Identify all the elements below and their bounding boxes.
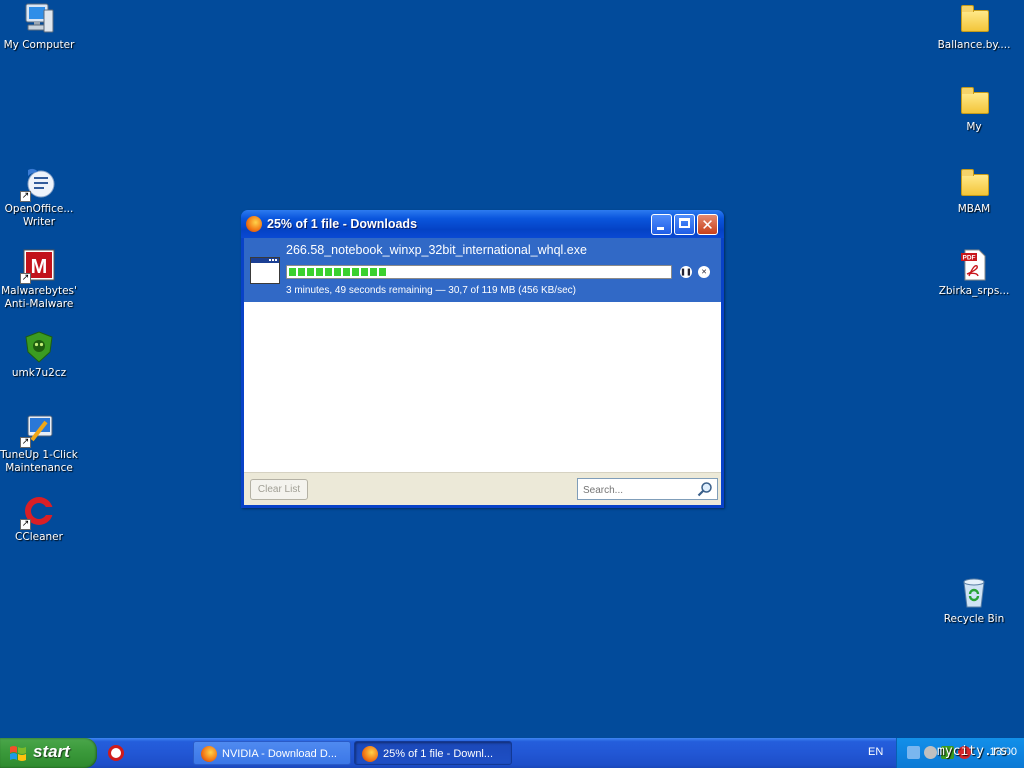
watermark: mycity.rs (937, 744, 1008, 759)
cancel-icon: ✕ (701, 268, 707, 276)
desktop-icon-mbam[interactable]: MBAM (934, 166, 1014, 216)
desktop-icon-label: Malwarebytes' Anti-Malware (1, 285, 77, 310)
download-item[interactable]: 266.58_notebook_winxp_32bit_internationa… (244, 238, 721, 302)
desktop-icon-openoffice-writer[interactable]: ↗ OpenOffice... Writer (0, 166, 79, 229)
ccleaner-icon: ↗ (20, 494, 56, 530)
downloads-list: 266.58_notebook_winxp_32bit_internationa… (244, 238, 721, 505)
desktop-icon-label: OpenOffice... Writer (4, 203, 74, 228)
start-button[interactable]: start (0, 738, 97, 768)
desktop-icon-tuneup[interactable]: ↗ TuneUp 1-Click Maintenance (0, 412, 79, 475)
openoffice-writer-icon: ↗ (20, 166, 56, 202)
desktop-icon-label: CCleaner (15, 531, 63, 543)
progress-fill (289, 268, 387, 276)
maximize-icon (679, 218, 690, 228)
minimize-icon (657, 227, 664, 230)
malwarebytes-icon: M ↗ (20, 248, 56, 284)
clear-list-button[interactable]: Clear List (250, 479, 308, 500)
search-field[interactable] (577, 478, 718, 500)
desktop-icon-umk7u2cz[interactable]: umk7u2cz (0, 330, 79, 380)
shortcut-arrow-icon: ↗ (20, 519, 31, 530)
downloads-window: 25% of 1 file - Downloads ✕ 266.58_noteb… (241, 210, 724, 508)
windows-logo-icon (10, 746, 26, 761)
taskbar-button-downloads[interactable]: 25% of 1 file - Downl... (354, 741, 512, 765)
maximize-button[interactable] (674, 214, 695, 235)
desktop-icon-my-computer[interactable]: My Computer (0, 2, 79, 52)
desktop-icon-label: TuneUp 1-Click Maintenance (0, 449, 78, 474)
settings-icon[interactable] (924, 746, 937, 759)
my-computer-icon (22, 2, 56, 36)
download-status: 3 minutes, 49 seconds remaining — 30,7 o… (286, 285, 576, 296)
desktop-icon-label: Ballance.by.... (937, 39, 1011, 51)
opera-quicklaunch-icon[interactable] (108, 745, 124, 761)
start-label: start (33, 742, 70, 761)
search-input[interactable] (581, 481, 697, 499)
pause-icon: ❚❚ (680, 268, 692, 276)
desktop-icon-malwarebytes[interactable]: M ↗ Malwarebytes' Anti-Malware (0, 248, 79, 311)
shortcut-arrow-icon: ↗ (20, 437, 31, 448)
desktop-icon-label: My (966, 121, 982, 133)
close-button[interactable]: ✕ (697, 214, 718, 235)
desktop-icon-my[interactable]: My (934, 84, 1014, 134)
language-indicator[interactable]: EN (868, 746, 883, 758)
desktop-icon-label: umk7u2cz (11, 367, 67, 379)
cancel-download-button[interactable]: ✕ (698, 266, 710, 278)
taskbar-button-label: 25% of 1 file - Downl... (383, 748, 494, 760)
download-progress-bar (286, 265, 672, 279)
desktop-icon-recycle-bin[interactable]: Recycle Bin (934, 576, 1014, 626)
pause-button[interactable]: ❚❚ (680, 266, 692, 278)
recycle-bin-icon (957, 576, 991, 610)
desktop-icon-label: MBAM (957, 203, 991, 215)
folder-icon (957, 84, 991, 118)
shortcut-arrow-icon: ↗ (20, 273, 31, 284)
desktop-icon-label: My Computer (3, 39, 75, 51)
taskbar-button-nvidia[interactable]: NVIDIA - Download D... (193, 741, 351, 765)
folder-icon (957, 166, 991, 200)
desktop-icon-ccleaner[interactable]: ↗ CCleaner (0, 494, 79, 544)
window-titlebar[interactable]: 25% of 1 file - Downloads ✕ (241, 210, 724, 238)
desktop-icon-ballance[interactable]: Ballance.by.... (934, 2, 1014, 52)
download-filename: 266.58_notebook_winxp_32bit_internationa… (286, 243, 587, 257)
close-icon: ✕ (701, 216, 714, 234)
search-icon[interactable] (697, 481, 713, 497)
folder-icon (957, 2, 991, 36)
downloads-footer: Clear List (244, 472, 721, 505)
shortcut-arrow-icon: ↗ (20, 191, 31, 202)
executable-file-icon (250, 257, 280, 284)
taskbar-button-label: NVIDIA - Download D... (222, 748, 337, 760)
network-icon[interactable] (907, 746, 920, 759)
minimize-button[interactable] (651, 214, 672, 235)
firefox-icon (362, 746, 378, 762)
svg-text:PDF: PDF (963, 255, 976, 262)
window-title: 25% of 1 file - Downloads (267, 217, 418, 231)
svg-text:M: M (31, 256, 48, 278)
desktop-icon-zbirka[interactable]: PDF Zbirka_srps... (934, 248, 1014, 298)
desktop-icon-label: Recycle Bin (943, 613, 1005, 625)
desktop-icon-label: Zbirka_srps... (938, 285, 1010, 297)
firefox-icon (246, 216, 262, 232)
taskbar: start NVIDIA - Download D... 25% of 1 fi… (0, 738, 1024, 768)
firefox-icon (201, 746, 217, 762)
drweb-spider-icon (22, 330, 56, 364)
tuneup-icon: ↗ (20, 412, 56, 448)
pdf-file-icon: PDF (957, 248, 991, 282)
